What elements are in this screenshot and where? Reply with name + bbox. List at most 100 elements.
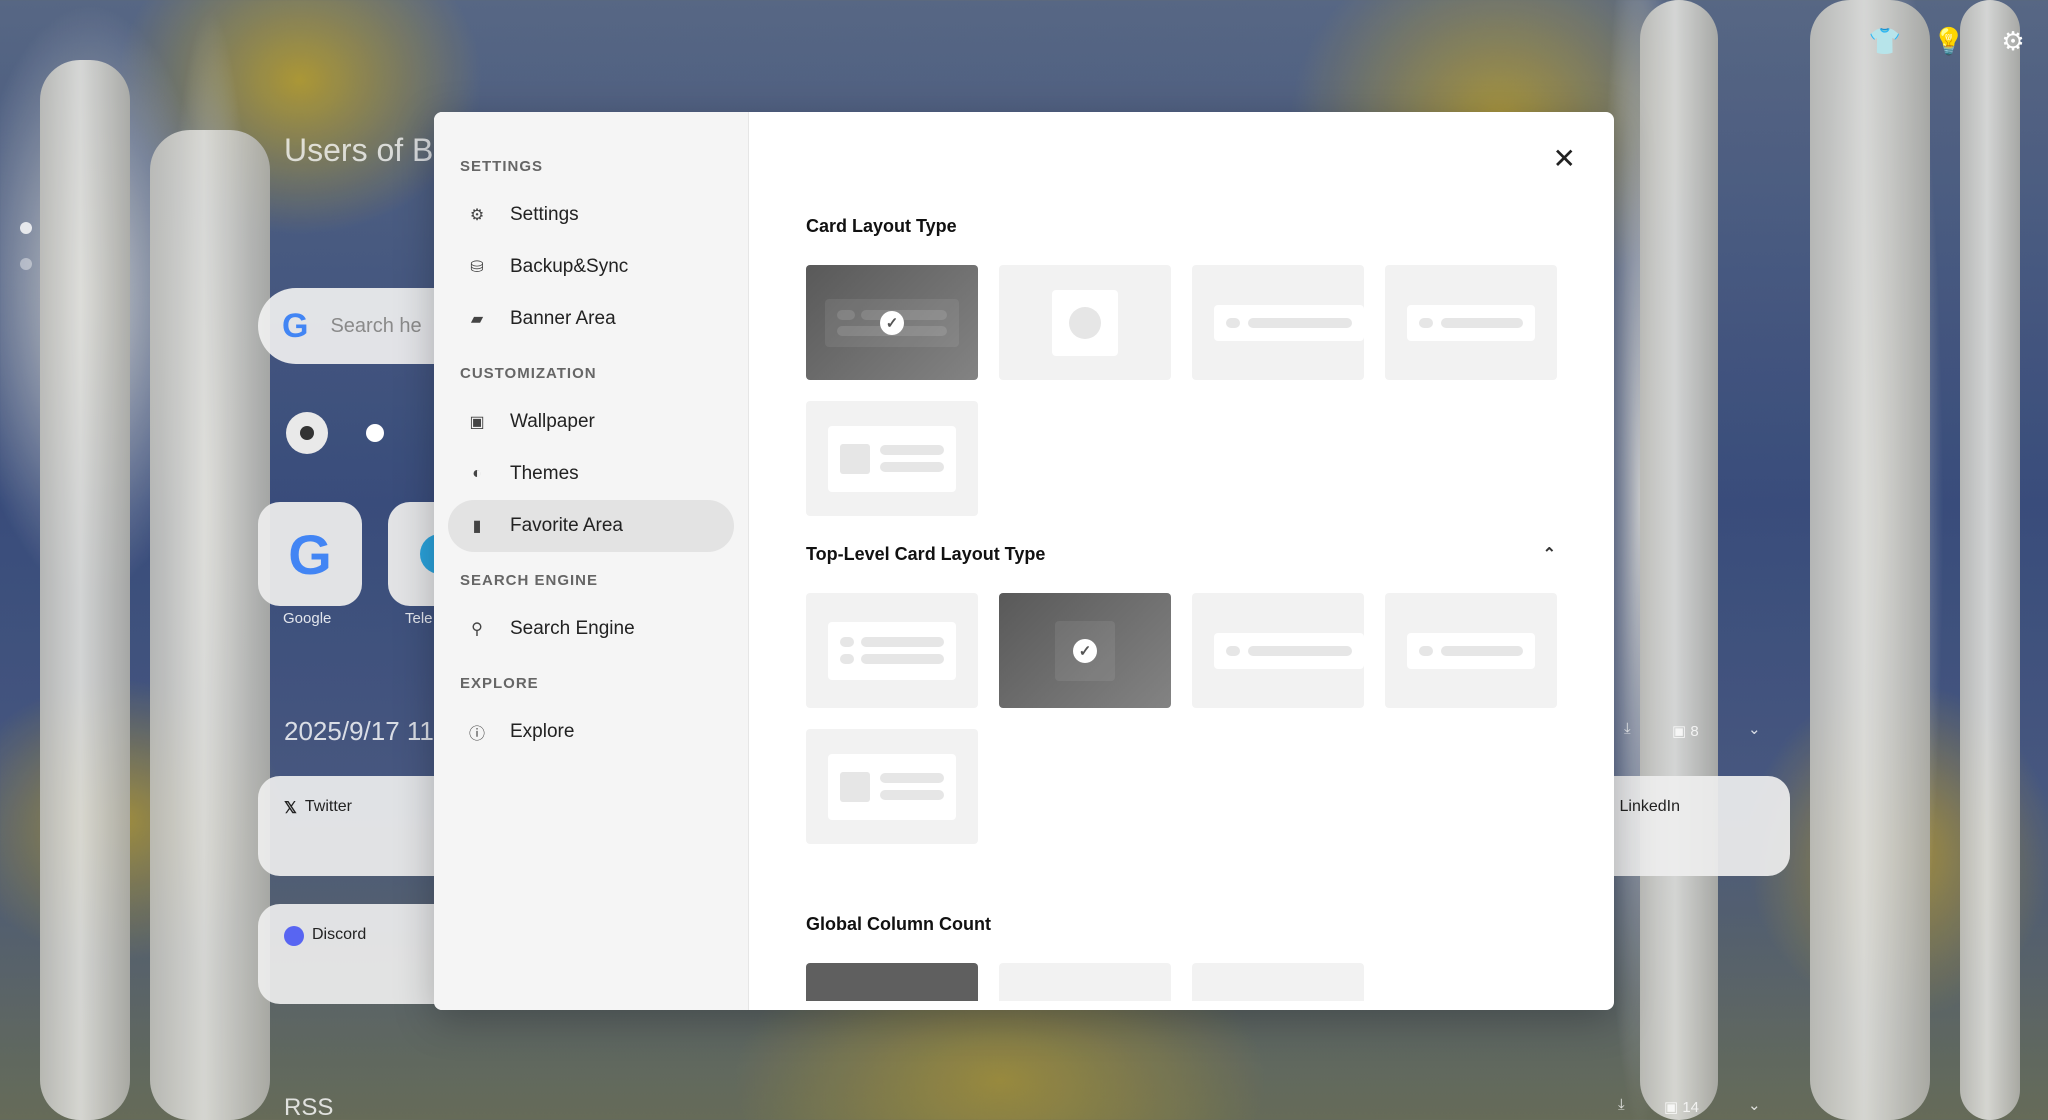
sidebar-item-label: Banner Area	[510, 308, 616, 329]
sidebar-section-explore: EXPLORE ⓘ Explore	[434, 675, 748, 758]
card-layout-option[interactable]	[1385, 265, 1557, 380]
gear-icon: ⚙	[469, 207, 485, 224]
top-right-toolbar: 👕 💡 ⚙	[1869, 26, 2028, 56]
preview-row	[840, 654, 944, 664]
preview-bar	[1248, 317, 1352, 328]
preview-bar	[837, 309, 855, 320]
settings-sidebar: SETTINGS ⚙ Settings ⛁ Backup&Sync ▰ Bann…	[434, 112, 749, 1010]
card-layout-option[interactable]: ✓	[806, 265, 978, 380]
preview-circle	[1069, 306, 1101, 339]
image-icon: ▣	[469, 414, 485, 431]
sidebar-item-label: Explore	[510, 721, 575, 742]
sidebar-item-label: Favorite Area	[510, 515, 623, 536]
google-tile-logo: G	[288, 522, 332, 586]
sidebar-item-settings[interactable]: ⚙ Settings	[448, 189, 734, 241]
preview-row	[840, 637, 944, 647]
sidebar-item-favorite-area[interactable]: ▮ Favorite Area	[448, 500, 734, 552]
preview-bar	[861, 309, 947, 320]
page-dot-active[interactable]	[286, 412, 328, 454]
sidebar-item-label: Themes	[510, 463, 579, 484]
card-layout-option[interactable]	[806, 401, 978, 516]
preview-bar	[861, 654, 944, 664]
preview-bar	[840, 637, 854, 647]
top-level-layout-option[interactable]	[1385, 593, 1557, 708]
preview-bar	[1441, 317, 1523, 328]
layout-preview	[1214, 632, 1364, 669]
chevron-up-icon[interactable]: ⌃	[1543, 544, 1556, 565]
download-icon[interactable]: ⤓	[1618, 1096, 1625, 1113]
top-level-layout-option[interactable]	[806, 729, 978, 844]
search-icon: ⚲	[471, 621, 483, 638]
sidebar-section-customization: CUSTOMIZATION ▣ Wallpaper ◐ Themes ▮ Fav…	[434, 365, 748, 552]
sidebar-item-label: Backup&Sync	[510, 256, 629, 277]
layout-preview	[1052, 289, 1118, 356]
preview-bar	[1419, 645, 1433, 656]
count-badge: ▣ 8	[1672, 723, 1699, 740]
chevron-down-icon[interactable]: ⌄	[1748, 720, 1761, 738]
count-badge: ▣ 14	[1664, 1099, 1700, 1116]
top-level-layout-option[interactable]: ✓	[999, 593, 1171, 708]
global-column-heading: Global Column Count	[806, 914, 1556, 935]
shirt-icon[interactable]: 👕	[1869, 26, 1901, 56]
sidebar-item-search-engine[interactable]: ⚲ Search Engine	[448, 603, 734, 655]
side-indicator-dot[interactable]	[20, 258, 32, 270]
section-title: EXPLORE	[460, 675, 539, 692]
preview-bar	[1226, 317, 1240, 328]
preview-bar	[880, 445, 944, 455]
section-title: SETTINGS	[460, 158, 544, 175]
layout-preview	[1407, 304, 1535, 341]
palette-icon: ◐	[472, 465, 482, 482]
preview-bar	[1226, 645, 1240, 656]
sidebar-item-wallpaper[interactable]: ▣ Wallpaper	[448, 396, 734, 448]
download-icon[interactable]: ⤓	[1624, 720, 1631, 737]
page-dot[interactable]	[366, 424, 384, 442]
rss-heading: RSS	[284, 1094, 334, 1120]
column-count-option[interactable]	[1192, 963, 1364, 1001]
preview-bar	[1441, 645, 1523, 656]
sidebar-item-backup-sync[interactable]: ⛁ Backup&Sync	[448, 241, 734, 293]
section-title: CUSTOMIZATION	[460, 365, 597, 382]
preview-lines	[880, 445, 944, 472]
close-icon[interactable]: ✕	[1553, 142, 1576, 175]
preview-bar	[840, 654, 854, 664]
top-level-layout-option[interactable]	[806, 593, 978, 708]
search-placeholder: Search he	[330, 314, 422, 337]
telegram-tile-label: Tele	[405, 610, 433, 627]
layout-preview	[1214, 304, 1364, 341]
chevron-down-icon[interactable]: ⌄	[1748, 1096, 1761, 1114]
global-column-options	[806, 963, 1614, 1001]
sidebar-item-explore[interactable]: ⓘ Explore	[448, 706, 734, 758]
top-level-layout-options: ✓	[806, 593, 1614, 844]
gear-icon[interactable]: ⚙	[1998, 26, 2028, 56]
discord-icon	[284, 926, 304, 946]
checkmark-icon: ✓	[1073, 638, 1097, 663]
global-column-title: Global Column Count	[806, 914, 991, 934]
preview-bar	[880, 462, 944, 472]
sidebar-section-search-engine: SEARCH ENGINE ⚲ Search Engine	[434, 572, 748, 655]
background-page-title: Users of Bo	[284, 132, 452, 168]
preview-lines	[880, 773, 944, 800]
sidebar-item-label: Search Engine	[510, 618, 635, 639]
sidebar-item-label: Wallpaper	[510, 411, 595, 432]
top-level-layout-option[interactable]	[1192, 593, 1364, 708]
sidebar-section-settings: SETTINGS ⚙ Settings ⛁ Backup&Sync ▰ Bann…	[434, 158, 748, 345]
preview-bar	[861, 637, 944, 647]
discord-card-label: Discord	[312, 926, 367, 943]
page-dots	[286, 412, 384, 454]
section-title: SEARCH ENGINE	[460, 572, 599, 589]
x-logo-icon: 𝕏	[284, 800, 297, 817]
preview-bar	[880, 790, 944, 800]
google-tile[interactable]: G	[258, 502, 362, 606]
sidebar-item-themes[interactable]: ◐ Themes	[448, 448, 734, 500]
layout-preview	[828, 753, 956, 820]
top-level-layout-heading: Top-Level Card Layout Type ⌃	[806, 544, 1556, 565]
column-count-option[interactable]	[806, 963, 978, 1001]
column-count-option[interactable]	[999, 963, 1171, 1001]
card-layout-option[interactable]	[1192, 265, 1364, 380]
preview-square	[840, 771, 870, 802]
banner-icon: ▰	[470, 311, 484, 328]
sidebar-item-banner-area[interactable]: ▰ Banner Area	[448, 293, 734, 345]
card-layout-option[interactable]	[999, 265, 1171, 380]
lightbulb-icon[interactable]: 💡	[1933, 26, 1965, 56]
side-indicator-dot[interactable]	[20, 222, 32, 234]
